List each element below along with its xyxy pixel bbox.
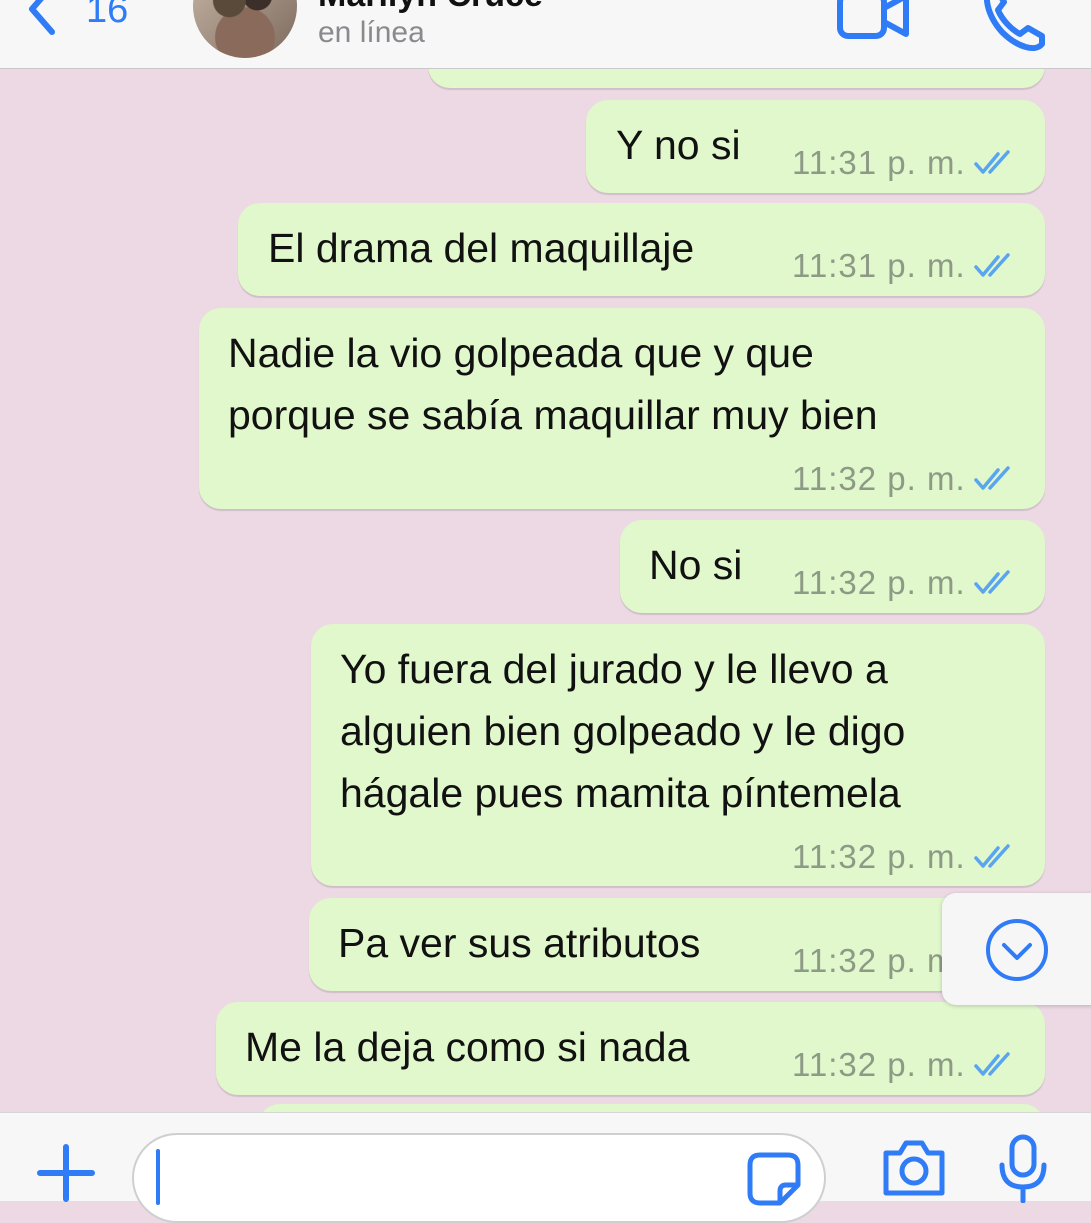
message-text: El drama del maquillaje [268,225,695,271]
read-receipt-icon [973,570,1010,594]
message-bubble[interactable]: No si 11:32 p. m. [620,520,1045,613]
message-list[interactable]: Y no si 11:31 p. m. El drama del maquill… [0,68,1091,1112]
chat-header: 16 Marilyn Cruce en línea [0,0,1091,69]
sticker-icon [747,1152,801,1206]
read-receipt-icon [973,844,1010,868]
message-text: Me la deja como si nada [245,1024,690,1070]
microphone-icon [999,1134,1047,1204]
message-meta: 11:31 p. m. [792,144,1018,182]
sticker-button[interactable] [746,1151,802,1212]
read-receipt-icon [973,253,1010,277]
message-time: 11:32 p. m. [792,460,966,497]
message-time: 11:32 p. m. [792,1046,966,1083]
message-bubble[interactable]: Y no si 11:31 p. m. [586,100,1045,193]
message-time: 11:32 p. m. [792,564,966,601]
back-button[interactable]: 16 [26,0,128,36]
message-time: 11:32 p. m. [792,838,966,875]
attach-button[interactable] [36,1143,96,1208]
plus-icon [37,1144,95,1202]
message-bubble-partial[interactable] [428,68,1045,88]
message-time: 11:31 p. m. [792,144,966,181]
camera-button[interactable] [880,1137,948,1202]
message-text: No si [649,542,743,588]
scroll-to-bottom-button[interactable] [942,893,1091,1005]
message-meta: 11:32 p. m. [792,1046,1018,1084]
message-meta: 11:32 p. m. [792,564,1018,602]
phone-icon [983,0,1045,51]
message-meta: 11:32 p. m. [792,838,1018,876]
message-time: 11:32 p. m. [792,942,966,979]
video-call-button[interactable] [836,0,912,59]
read-receipt-icon [973,150,1010,174]
message-bubble[interactable]: Yo fuera del jurado y le llevo a alguien… [311,624,1045,886]
voice-call-button[interactable] [980,0,1046,61]
message-text: Nadie la vio golpeada que y que porque s… [228,330,878,438]
video-camera-icon [837,0,909,39]
contact-name[interactable]: Marilyn Cruce [318,0,543,15]
message-meta: 11:31 p. m. [792,247,1018,285]
message-bubble[interactable]: El drama del maquillaje 11:31 p. m. [238,203,1045,296]
message-text: Y no si [616,122,741,168]
message-bubble[interactable]: Pa ver sus atributos 11:32 p. m. [309,898,1045,991]
message-text: Pa ver sus atributos [338,920,701,966]
contact-status: en línea [318,16,425,49]
message-bubble[interactable]: Me la deja como si nada 11:32 p. m. [216,1002,1045,1095]
message-time: 11:31 p. m. [792,247,966,284]
read-receipt-icon [973,466,1010,490]
camera-icon [883,1140,945,1196]
message-bubble-partial[interactable] [258,1104,1045,1112]
message-meta: 11:32 p. m. [792,460,1018,498]
unread-count: 16 [86,0,129,31]
message-bubble[interactable]: Nadie la vio golpeada que y que porque s… [199,308,1045,509]
chevron-left-icon [29,0,55,35]
avatar[interactable] [193,0,297,58]
chevron-down-circle-icon [986,919,1048,981]
message-input[interactable] [132,1133,826,1223]
message-text: Yo fuera del jurado y le llevo a alguien… [340,646,906,816]
text-caret [156,1149,160,1205]
input-bar [0,1112,1091,1223]
microphone-button[interactable] [998,1133,1048,1208]
read-receipt-icon [973,1052,1010,1076]
